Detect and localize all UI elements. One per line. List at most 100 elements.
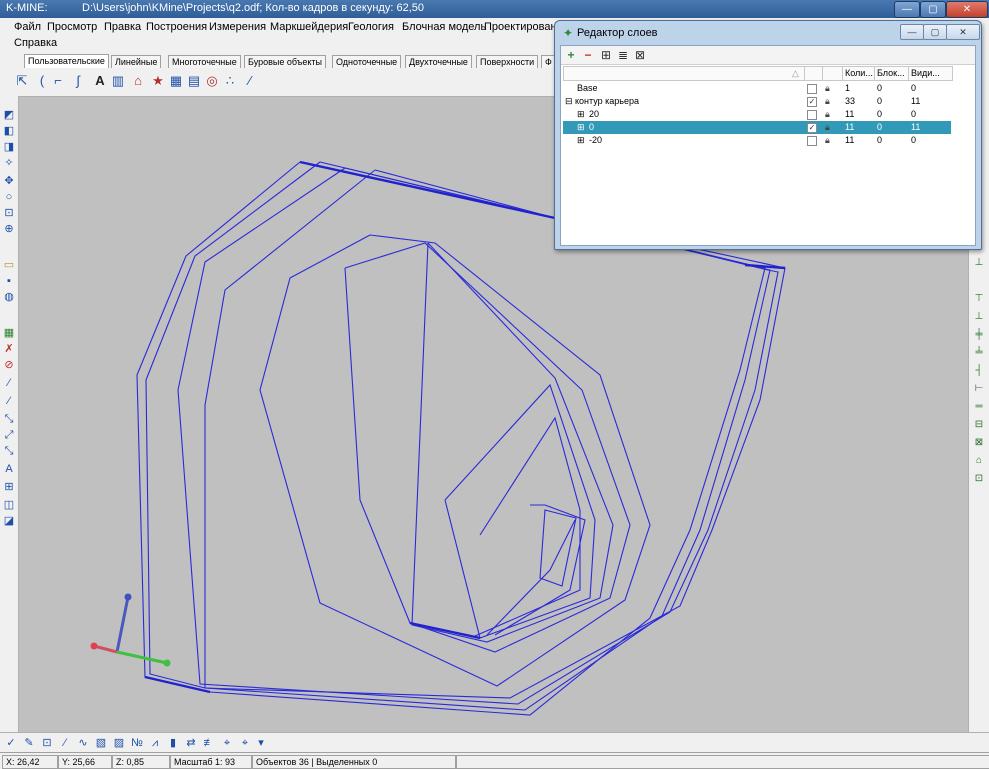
layer-select-icon[interactable]: ⊠ (633, 48, 647, 62)
layer-visible-checkbox[interactable]: ✓ (807, 123, 817, 133)
stamp-icon[interactable]: ⊡ (40, 736, 54, 750)
layer-properties-icon[interactable]: ⊞ (599, 48, 613, 62)
layer-list-icon[interactable]: ≣ (616, 48, 630, 62)
menu-help[interactable]: Справка (14, 37, 57, 49)
zoom-icon[interactable]: ⊕ (2, 222, 16, 236)
pencil-icon[interactable]: ✎ (22, 736, 36, 750)
tab-surfaces[interactable]: Поверхности (476, 55, 539, 69)
check-icon[interactable]: ✓ (4, 736, 18, 750)
more-icon[interactable]: ▾ (254, 736, 268, 750)
menu-view[interactable]: Просмотр (47, 21, 97, 33)
menu-edit[interactable]: Правка (104, 21, 141, 33)
snap-12-icon[interactable]: ⊡ (972, 472, 986, 486)
edit-line-icon[interactable]: ⤢ (2, 428, 16, 442)
cube2-icon[interactable]: ◫ (2, 498, 16, 512)
no-entry-icon[interactable]: ⊘ (2, 358, 16, 372)
zoom-window-icon[interactable]: ⊡ (2, 206, 16, 220)
cut-icon[interactable]: ⌖ (220, 736, 234, 750)
layer-row[interactable]: ⊟ контур карьера ✓ 🔒︎ 33 0 11 (563, 95, 951, 108)
save-icon[interactable]: ▪ (2, 274, 16, 288)
select-arrow-icon[interactable]: ⇱ (14, 73, 30, 89)
polyline-icon[interactable]: ⌐ (50, 73, 66, 89)
menu-block-model[interactable]: Блочная модель (402, 21, 486, 33)
rotate-3d-icon[interactable]: ◧ (2, 124, 16, 138)
layer-view-icon[interactable]: ◩ (2, 108, 16, 122)
table-icon[interactable]: ▤ (186, 73, 202, 89)
snap-6-icon[interactable]: ┤ (972, 364, 986, 378)
edit-vertex-icon[interactable]: ⤡ (2, 444, 16, 458)
layer-row[interactable]: ⊞ 0 ✓ 🔒︎ 11 0 11 (563, 121, 951, 134)
col-visible[interactable]: Види... (908, 67, 949, 80)
tab-multipoint[interactable]: Многоточечные (168, 55, 241, 69)
snap-7-icon[interactable]: ⊢ (972, 382, 986, 396)
points-icon[interactable]: ∴ (222, 73, 238, 89)
tab-linear[interactable]: Линейные (111, 55, 162, 69)
col-check[interactable] (804, 67, 823, 80)
sort-icon[interactable]: △ (790, 67, 804, 80)
snap-1-icon[interactable]: ⊥ (972, 256, 986, 270)
layer-editor-minimize-button[interactable]: — (900, 24, 924, 40)
lock-icon[interactable]: 🔒︎ (825, 134, 830, 147)
lock-icon[interactable]: 🔒︎ (825, 82, 830, 95)
layer-visible-checkbox[interactable] (807, 136, 817, 146)
house-icon[interactable]: ⌂ (130, 73, 146, 89)
network-icon[interactable]: ⊞ (2, 480, 16, 494)
snap-2-icon[interactable]: ⊤ (972, 292, 986, 306)
circle-r-icon[interactable]: ◎ (204, 73, 220, 89)
lock-icon[interactable]: 🔒︎ (825, 95, 830, 108)
col-lock[interactable] (822, 67, 843, 80)
open-folder-icon[interactable]: ▭ (2, 258, 16, 272)
lock-icon[interactable]: 🔒︎ (825, 121, 830, 134)
menu-file[interactable]: Файл (14, 21, 41, 33)
snap-8-icon[interactable]: ═ (972, 400, 986, 414)
globe-icon[interactable]: ◍ (2, 290, 16, 304)
tree-toggle-icon[interactable]: ⊞ (577, 108, 585, 121)
tab-drill-objects[interactable]: Буровые объекты (244, 55, 326, 69)
text-icon[interactable]: A (92, 73, 108, 89)
layer-row[interactable]: Base 🔒︎ 1 0 0 (563, 82, 951, 95)
orbit-icon[interactable]: ○ (2, 190, 16, 204)
measure-icon[interactable]: ⁄ (242, 73, 258, 89)
scale-bar-icon[interactable]: ▥ (110, 73, 126, 89)
tree-toggle-icon[interactable]: ⊞ (577, 134, 585, 147)
hatch-icon[interactable]: ▧ (94, 736, 108, 750)
resize-icon[interactable]: ⤡ (2, 412, 16, 426)
tree-toggle-icon[interactable]: ⊟ (565, 95, 573, 108)
arc-icon[interactable]: ( (34, 73, 50, 89)
star-icon[interactable]: ★ (150, 73, 166, 89)
bars-icon[interactable]: ▮ (166, 736, 180, 750)
layer-row[interactable]: ⊞ -20 🔒︎ 11 0 0 (563, 134, 951, 147)
grid-icon[interactable]: ▦ (168, 73, 184, 89)
layer-editor-close-button[interactable]: ✕ (946, 24, 980, 40)
layer-visible-checkbox[interactable] (807, 110, 817, 120)
text-edit-icon[interactable]: A (2, 462, 16, 476)
menu-geology[interactable]: Геология (348, 21, 394, 33)
snap-5-icon[interactable]: ╧ (972, 346, 986, 360)
menu-constructions[interactable]: Построения (146, 21, 207, 33)
layer-editor-maximize-button[interactable]: ▢ (923, 24, 947, 40)
axis-x-handle[interactable] (90, 642, 98, 650)
cube-icon[interactable]: ◨ (2, 140, 16, 154)
render-icon[interactable]: ✧ (2, 156, 16, 170)
col-count[interactable]: Коли... (842, 67, 875, 80)
line-pen2-icon[interactable]: ⁄ (2, 394, 16, 408)
col-blocked[interactable]: Блок... (874, 67, 909, 80)
minimize-button[interactable]: — (894, 1, 920, 18)
section-icon[interactable]: ≢ (202, 736, 216, 750)
snap-11-icon[interactable]: ⌂ (972, 454, 986, 468)
add-layer-icon[interactable]: + (564, 48, 578, 62)
col-name[interactable] (564, 67, 804, 80)
lock-icon[interactable]: 🔒︎ (825, 108, 830, 121)
snap-9-icon[interactable]: ⊟ (972, 418, 986, 432)
tree-toggle-icon[interactable]: ⊞ (577, 121, 585, 134)
menu-measurements[interactable]: Измерения (209, 21, 266, 33)
layer-visible-checkbox[interactable] (807, 84, 817, 94)
layer-visible-checkbox[interactable]: ✓ (807, 97, 817, 107)
curve-icon[interactable]: ∿ (76, 736, 90, 750)
spreadsheet-icon[interactable]: ▦ (2, 326, 16, 340)
tab-custom[interactable]: Пользовательские (24, 54, 109, 69)
remove-layer-icon[interactable]: − (581, 48, 595, 62)
axis-y-handle[interactable] (163, 659, 171, 667)
cut2-icon[interactable]: ⌖ (238, 736, 252, 750)
tab-singlepoint[interactable]: Одноточечные (332, 55, 402, 69)
